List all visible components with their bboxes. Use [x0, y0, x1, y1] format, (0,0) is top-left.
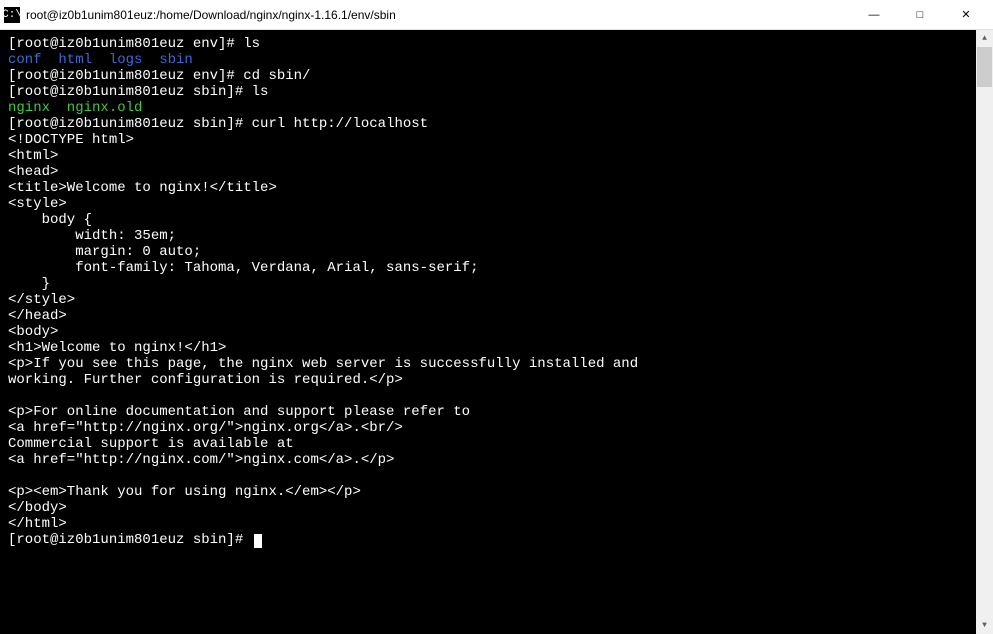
terminal-line: Commercial support is available at — [8, 436, 968, 452]
terminal-line: </html> — [8, 516, 968, 532]
prompt-text: [root@iz0b1unim801euz sbin]# — [8, 532, 252, 548]
prompt-text: [root@iz0b1unim801euz sbin]# — [8, 84, 252, 100]
maximize-button[interactable]: □ — [897, 0, 943, 30]
minimize-button[interactable]: — — [851, 0, 897, 30]
command-text: ls — [252, 84, 269, 100]
window-controls: — □ ✕ — [851, 0, 989, 30]
command-text: curl http://localhost — [252, 116, 428, 132]
prompt-text: [root@iz0b1unim801euz sbin]# — [8, 116, 252, 132]
terminal-line: [root@iz0b1unim801euz sbin]# ls — [8, 84, 968, 100]
cursor-icon — [254, 534, 262, 548]
terminal-container: [root@iz0b1unim801euz env]# lsconf html … — [0, 30, 993, 634]
terminal-line: [root@iz0b1unim801euz sbin]# — [8, 532, 968, 548]
command-text: cd sbin/ — [243, 68, 310, 84]
terminal-line: <p><em>Thank you for using nginx.</em></… — [8, 484, 968, 500]
terminal-line: margin: 0 auto; — [8, 244, 968, 260]
terminal-line: <a href="http://nginx.org/">nginx.org</a… — [8, 420, 968, 436]
terminal-line: body { — [8, 212, 968, 228]
terminal-line: <html> — [8, 148, 968, 164]
terminal-line: conf html logs sbin — [8, 52, 968, 68]
command-text: ls — [243, 36, 260, 52]
terminal-output[interactable]: [root@iz0b1unim801euz env]# lsconf html … — [2, 32, 974, 632]
terminal-line: [root@iz0b1unim801euz env]# cd sbin/ — [8, 68, 968, 84]
scroll-up-arrow-icon[interactable]: ▲ — [976, 30, 993, 47]
terminal-line: working. Further configuration is requir… — [8, 372, 968, 388]
terminal-line: font-family: Tahoma, Verdana, Arial, san… — [8, 260, 968, 276]
terminal-line: [root@iz0b1unim801euz env]# ls — [8, 36, 968, 52]
terminal-line: <title>Welcome to nginx!</title> — [8, 180, 968, 196]
terminal-line: <head> — [8, 164, 968, 180]
terminal-line: [root@iz0b1unim801euz sbin]# curl http:/… — [8, 116, 968, 132]
terminal-line: <body> — [8, 324, 968, 340]
terminal-line: </head> — [8, 308, 968, 324]
terminal-line: <style> — [8, 196, 968, 212]
terminal-line: </style> — [8, 292, 968, 308]
terminal-line: </body> — [8, 500, 968, 516]
terminal-line: } — [8, 276, 968, 292]
terminal-line: <p>If you see this page, the nginx web s… — [8, 356, 968, 372]
close-button[interactable]: ✕ — [943, 0, 989, 30]
app-icon: C:\ — [4, 7, 20, 23]
window-title: root@iz0b1unim801euz:/home/Download/ngin… — [26, 8, 851, 22]
vertical-scrollbar[interactable]: ▲ ▼ — [976, 30, 993, 634]
prompt-text: [root@iz0b1unim801euz env]# — [8, 68, 243, 84]
titlebar[interactable]: C:\ root@iz0b1unim801euz:/home/Download/… — [0, 0, 993, 30]
terminal-window: C:\ root@iz0b1unim801euz:/home/Download/… — [0, 0, 993, 634]
terminal-line: <p>For online documentation and support … — [8, 404, 968, 420]
terminal-line: <a href="http://nginx.com/">nginx.com</a… — [8, 452, 968, 468]
terminal-line: nginx nginx.old — [8, 100, 968, 116]
terminal-line: <!DOCTYPE html> — [8, 132, 968, 148]
scroll-down-arrow-icon[interactable]: ▼ — [976, 617, 993, 634]
prompt-text: [root@iz0b1unim801euz env]# — [8, 36, 243, 52]
terminal-line: width: 35em; — [8, 228, 968, 244]
terminal-line — [8, 388, 968, 404]
terminal-line: <h1>Welcome to nginx!</h1> — [8, 340, 968, 356]
terminal-line — [8, 468, 968, 484]
scrollbar-thumb[interactable] — [977, 47, 992, 87]
